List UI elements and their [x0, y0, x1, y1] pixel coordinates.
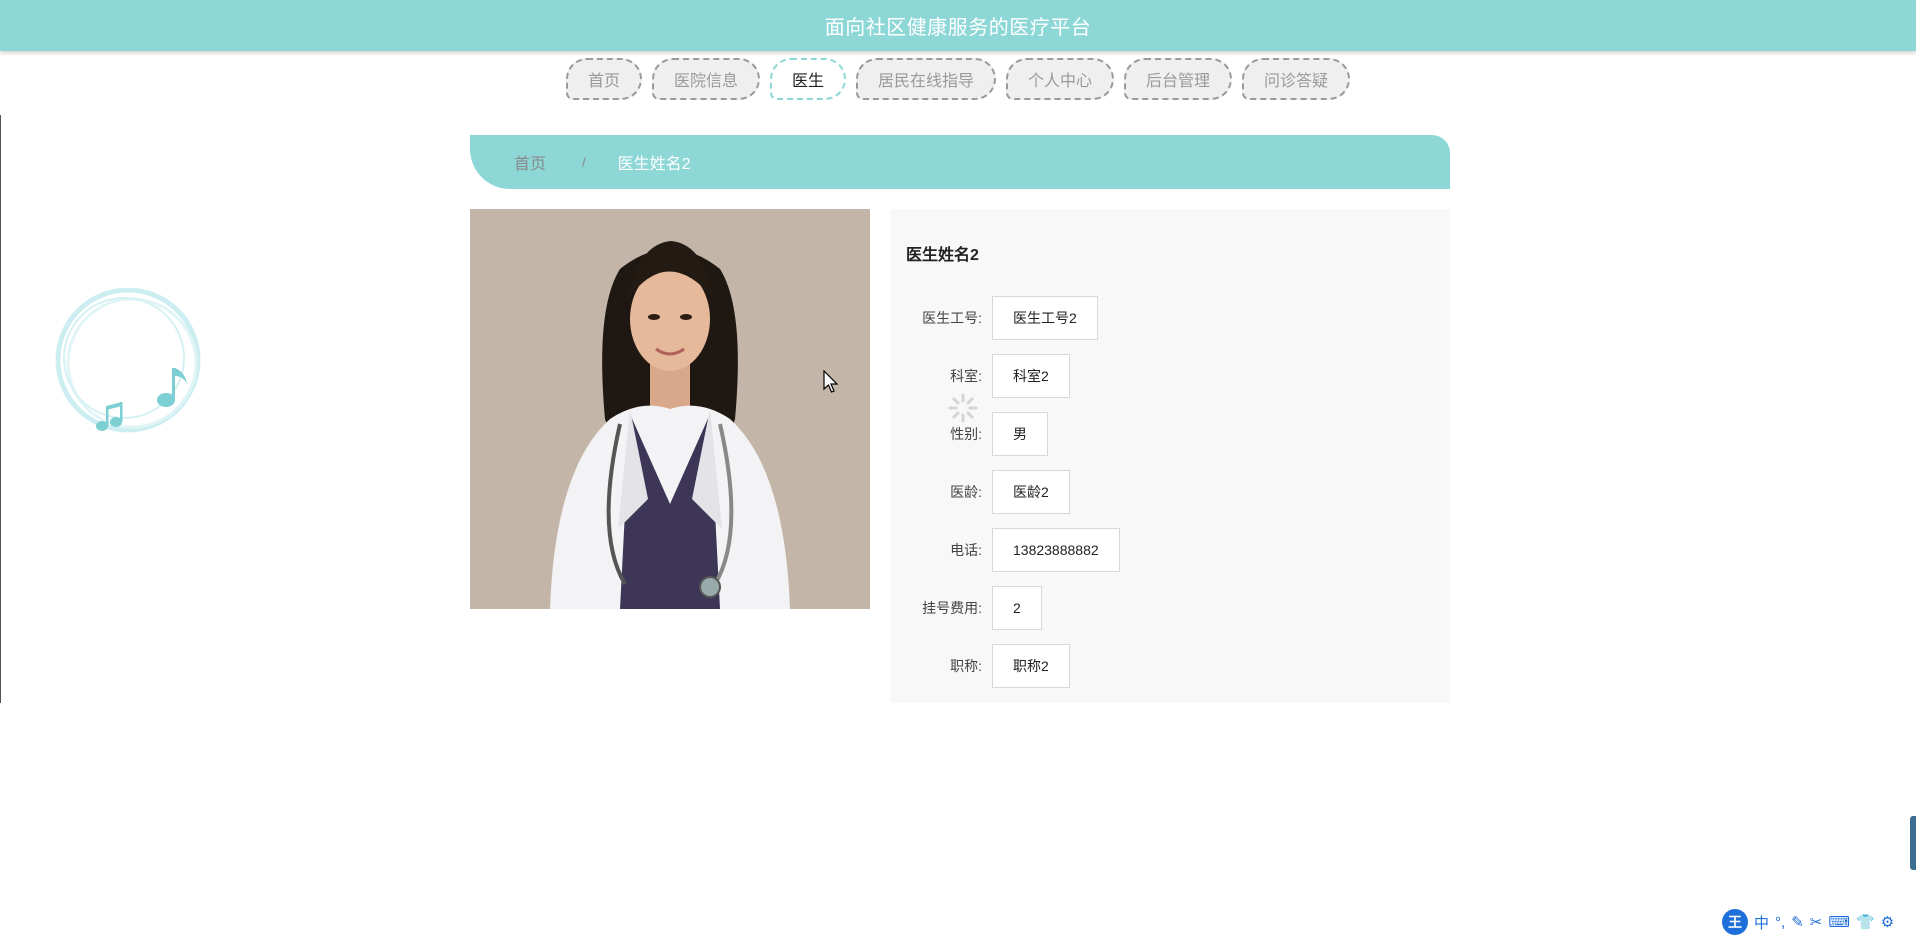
ime-handwrite-icon[interactable]: ✎ — [1791, 913, 1804, 931]
field-label: 医龄: — [950, 484, 982, 500]
field-value-phone: 13823888882 — [992, 528, 1120, 572]
loading-spinner-icon — [948, 393, 978, 423]
ime-toolbar: 王 中 °, ✎ ✂ ⌨ 👕 ⚙ — [1722, 906, 1916, 938]
field-label: 医生工号: — [922, 310, 982, 326]
field-value-experience: 医龄2 — [992, 470, 1070, 514]
field-label: 科室: — [950, 368, 982, 384]
field-row-fee: 挂号费用: 2 — [890, 585, 1450, 631]
breadcrumb-separator: / — [582, 154, 586, 170]
ime-keyboard-icon[interactable]: ⌨ — [1828, 913, 1850, 931]
breadcrumb: 首页 / 医生姓名2 — [470, 135, 1450, 189]
ime-scissors-icon[interactable]: ✂ — [1810, 913, 1823, 931]
field-label: 电话: — [950, 542, 982, 558]
nav-item-doctor[interactable]: 医生 — [769, 58, 846, 100]
nav-item-qa[interactable]: 问诊答疑 — [1242, 58, 1351, 100]
nav-item-resident-guidance[interactable]: 居民在线指导 — [855, 58, 996, 100]
ime-punctuation-icon[interactable]: °, — [1775, 914, 1785, 931]
ime-logo-icon[interactable]: 王 — [1722, 909, 1748, 935]
field-row-title: 职称: 职称2 — [890, 643, 1450, 689]
site-title: 面向社区健康服务的医疗平台 — [824, 17, 1092, 39]
field-value-department: 科室2 — [992, 354, 1070, 398]
field-label: 挂号费用: — [922, 600, 982, 616]
doctor-name: 医生姓名2 — [906, 247, 979, 264]
doctor-info-panel: 医生姓名2 医生工号: 医生工号2 科室: 科室2 性别: 男 医龄: 医龄2 … — [890, 209, 1450, 703]
nav-item-admin[interactable]: 后台管理 — [1124, 58, 1233, 100]
field-value-gender: 男 — [992, 412, 1048, 456]
side-scroll-handle[interactable] — [1910, 816, 1916, 870]
breadcrumb-current: 医生姓名2 — [617, 156, 691, 173]
field-value-id: 医生工号2 — [992, 296, 1098, 340]
nav-item-home[interactable]: 首页 — [565, 58, 642, 100]
doctor-portrait-image — [470, 209, 870, 609]
field-value-fee: 2 — [992, 586, 1042, 630]
left-divider — [0, 115, 1, 703]
field-row-id: 医生工号: 医生工号2 — [890, 295, 1450, 341]
field-label: 性别: — [950, 426, 982, 442]
top-header-bar: 面向社区健康服务的医疗平台 — [0, 0, 1916, 51]
music-player-icon[interactable] — [50, 288, 210, 438]
nav-item-personal-center[interactable]: 个人中心 — [1006, 58, 1115, 100]
ime-settings-icon[interactable]: ⚙ — [1881, 913, 1894, 931]
doctor-photo — [470, 209, 870, 609]
field-label: 职称: — [950, 658, 982, 674]
ime-skin-icon[interactable]: 👕 — [1856, 913, 1875, 931]
main-nav: 首页 医院信息 医生 居民在线指导 个人中心 后台管理 问诊答疑 — [0, 58, 1916, 104]
breadcrumb-home[interactable]: 首页 — [514, 150, 546, 174]
ime-chinese-mode[interactable]: 中 — [1754, 912, 1769, 933]
nav-item-hospital-info[interactable]: 医院信息 — [651, 58, 760, 100]
mouse-cursor-icon — [823, 370, 839, 393]
field-value-title: 职称2 — [992, 644, 1070, 688]
field-row-phone: 电话: 13823888882 — [890, 527, 1450, 573]
field-row-experience: 医龄: 医龄2 — [890, 469, 1450, 515]
